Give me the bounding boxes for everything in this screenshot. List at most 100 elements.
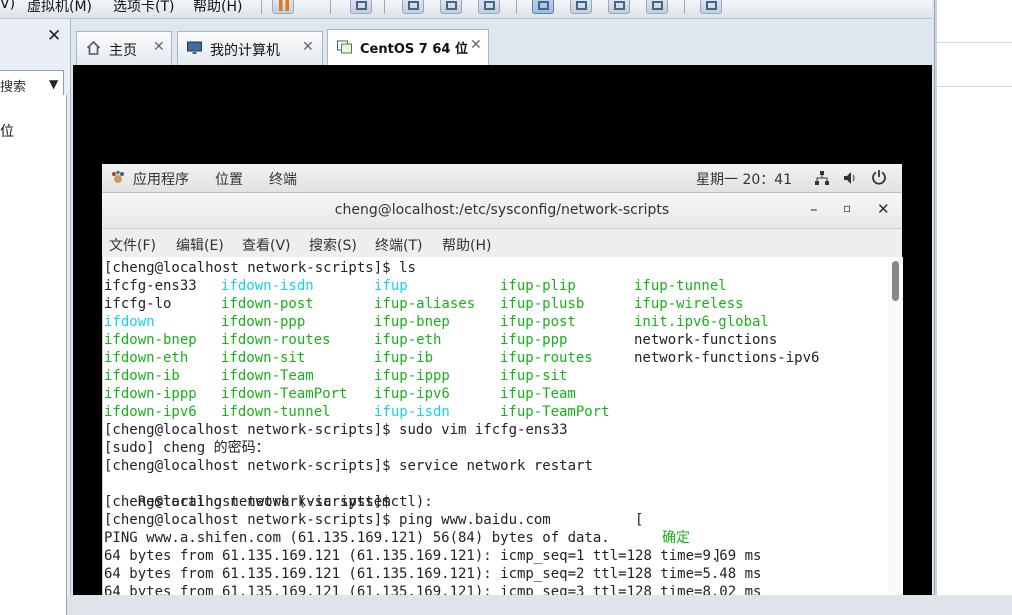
close-tab-icon[interactable]: ✕ — [302, 39, 314, 55]
search-placeholder: 搜索 — [0, 80, 27, 95]
ls-row: ifdown-ib ifdown-Team ifup-ippp ifup-sit — [104, 367, 884, 385]
ls-entry: ifup-routes — [500, 350, 593, 366]
ls-entry: ifup-Team — [500, 386, 576, 402]
ls-entry: ifup-tunnel — [634, 278, 727, 294]
chevron-down-icon[interactable] — [298, 0, 312, 14]
send-keys-icon[interactable] — [350, 0, 372, 14]
applications-menu[interactable]: 应用程序 — [133, 169, 189, 189]
maximize-button[interactable]: ▫ — [843, 201, 851, 215]
library-search-input[interactable]: 搜索 ▼ — [0, 70, 64, 96]
toolbar-separator — [261, 0, 262, 14]
ls-entry: ifup — [374, 278, 408, 294]
menu-view[interactable]: V) — [0, 0, 15, 12]
tree-item[interactable]: 位 — [0, 121, 14, 141]
minimize-button[interactable]: – — [810, 200, 818, 218]
ls-entry: ifup-sit — [500, 368, 568, 384]
tab-my-computer[interactable]: 我的计算机 ✕ — [177, 31, 323, 65]
divider — [935, 42, 1012, 43]
ls-entry: ifup-ippp — [374, 368, 450, 384]
ls-entry: ifup-bnep — [374, 314, 450, 330]
tab-home[interactable]: 主页 ✕ — [76, 31, 172, 65]
terminal-line: Restarting network (via systemctl): [ 确定… — [137, 494, 722, 564]
close-tab-icon[interactable]: ✕ — [470, 37, 482, 53]
ls-entry: ifup-TeamPort — [500, 404, 610, 420]
menu-help[interactable]: 帮助(H) — [193, 0, 242, 16]
snapshot-manager-icon[interactable] — [478, 0, 500, 14]
terminal-menubar: 文件(F) 编辑(E) 查看(V) 搜索(S) 终端(T) 帮助(H) — [102, 229, 902, 257]
ls-entry: ifup-ipv6 — [374, 386, 450, 402]
snapshot-icon[interactable] — [402, 0, 424, 14]
tab-strip: 主页 ✕ 我的计算机 ✕ CentOS 7 64 位 ✕ — [71, 19, 933, 65]
ls-entry: ifup-ppp — [500, 332, 568, 348]
chevron-down-icon[interactable]: ▼ — [49, 77, 58, 91]
ls-entry: ifup-post — [500, 314, 576, 330]
power-icon[interactable] — [871, 169, 887, 185]
menu-terminal[interactable]: 终端(T) — [375, 235, 422, 255]
terminal-line: [cheng@localhost network-scripts]$ ls — [104, 260, 416, 276]
unity-icon[interactable] — [646, 0, 668, 14]
library-view-icon[interactable] — [700, 0, 722, 14]
menu-view[interactable]: 查看(V) — [242, 235, 291, 255]
terminal-output[interactable]: [cheng@localhost network-scripts]$ ls if… — [102, 257, 903, 595]
ok-status: 确定 — [662, 530, 690, 546]
menu-tabs[interactable]: 选项卡(T) — [113, 0, 174, 16]
menu-file[interactable]: 文件(F) — [109, 235, 156, 255]
menu-edit[interactable]: 编辑(E) — [176, 235, 224, 255]
ls-entry: ifdown-tunnel — [221, 404, 331, 420]
ls-row: ifcfg-ens33 ifdown-isdn ifup ifup-plip ifup-… — [104, 277, 884, 295]
scrollbar-thumb[interactable] — [892, 261, 899, 301]
ls-row: ifdown-bnep ifdown-routes ifup-eth ifup-ppp… — [104, 331, 884, 349]
places-menu[interactable]: 位置 — [215, 169, 243, 189]
gnome-top-panel: 应用程序 位置 终端 星期一 20：41 — [102, 164, 902, 193]
ls-row: ifcfg-lo ifdown-post ifup-aliases ifup-plus… — [104, 295, 884, 313]
computer-icon — [187, 41, 202, 54]
terminal-line: [sudo] cheng 的密码： — [104, 440, 270, 456]
divider — [935, 86, 1012, 87]
revert-snapshot-icon[interactable] — [440, 0, 462, 14]
ls-entry: ifcfg-lo — [104, 296, 172, 312]
terminal-line: 64 bytes from 61.135.169.121 (61.135.169… — [104, 548, 762, 564]
console-view-icon[interactable] — [570, 0, 592, 14]
network-icon[interactable] — [814, 170, 830, 186]
ls-entry: network-functions — [634, 332, 778, 348]
clock[interactable]: 星期一 20：41 — [696, 169, 792, 189]
ls-entry: ifup-isdn — [374, 404, 450, 420]
terminal-line: 64 bytes from 61.135.169.121 (61.135.169… — [104, 566, 762, 582]
vm-icon — [337, 40, 352, 54]
menu-help[interactable]: 帮助(H) — [442, 235, 491, 255]
ls-entry: ifdown-bnep — [104, 332, 197, 348]
tab-label: 我的计算机 — [210, 43, 280, 59]
toolbar-separator — [516, 0, 517, 14]
pause-icon[interactable] — [272, 0, 294, 14]
tab-centos[interactable]: CentOS 7 64 位 ✕ — [327, 29, 489, 65]
ls-entry: ifup-plusb — [500, 296, 585, 312]
home-icon — [86, 40, 101, 55]
ls-entry: ifup-ib — [374, 350, 434, 366]
ls-entry: ifdown-sit — [221, 350, 306, 366]
terminal-title: cheng@localhost:/etc/sysconfig/network-s… — [334, 202, 670, 218]
normal-view-icon[interactable] — [532, 0, 554, 14]
close-tab-icon[interactable]: ✕ — [153, 39, 165, 55]
ls-entry: ifdown-ipv6 — [104, 404, 197, 420]
terminal-line: 64 bytes from 61.135.169.121 (61.135.169… — [104, 584, 762, 595]
ls-entry: ifdown-routes — [221, 332, 331, 348]
volume-icon[interactable] — [842, 170, 858, 186]
fullscreen-icon[interactable] — [608, 0, 630, 14]
ls-entry: ifup-wireless — [634, 296, 744, 312]
close-button[interactable]: ✕ — [877, 200, 890, 218]
ls-entry: ifdown-Team — [221, 368, 314, 384]
toolbar-separator — [684, 0, 685, 14]
terminal-line: PING www.a.shifen.com (61.135.169.121) 5… — [104, 530, 610, 546]
ls-row: ifdown-ipv6 ifdown-tunnel ifup-isdn ifup-Te… — [104, 403, 884, 421]
menu-search[interactable]: 搜索(S) — [309, 235, 357, 255]
ls-entry: ifdown-ppp — [221, 314, 306, 330]
library-tree: 位 — [0, 95, 67, 615]
terminal-scrollbar[interactable] — [888, 257, 903, 595]
terminal-app-menu[interactable]: 终端 — [269, 169, 297, 189]
terminal-titlebar[interactable]: cheng@localhost:/etc/sysconfig/network-s… — [102, 193, 902, 229]
toolbar-separator — [330, 0, 331, 14]
terminal-line: [cheng@localhost network-scripts]$ sudo … — [104, 422, 568, 438]
close-library-icon[interactable]: ✕ — [47, 26, 61, 46]
ls-row: ifdown-eth ifdown-sit ifup-ib ifup-routes ne… — [104, 349, 884, 367]
menu-vm[interactable]: 虚拟机(M) — [27, 0, 92, 16]
